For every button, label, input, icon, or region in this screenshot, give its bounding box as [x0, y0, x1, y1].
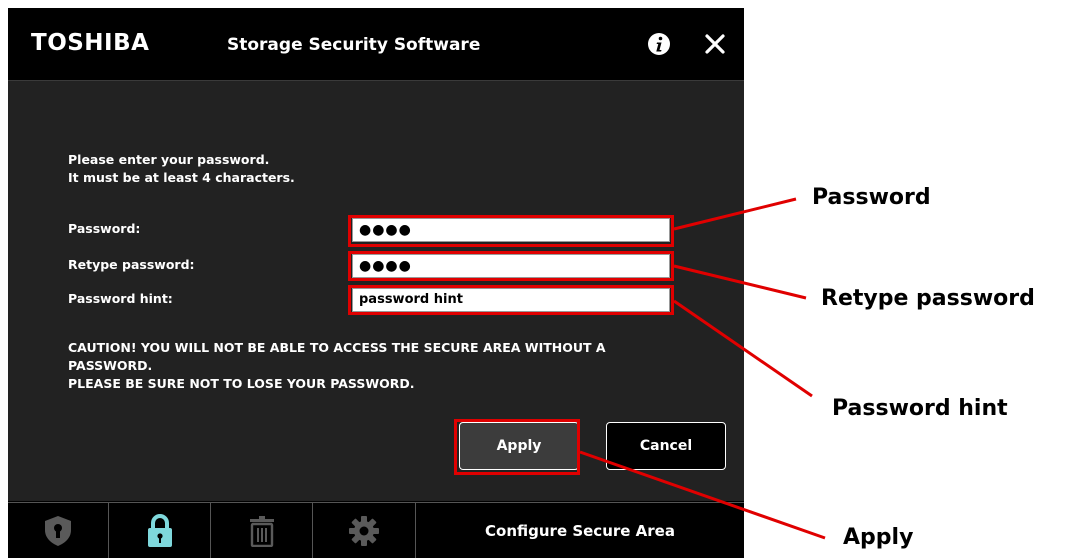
retype-callout-line — [673, 264, 807, 300]
password-hint-callout: Password hint — [832, 396, 1008, 421]
hint-callout-line — [673, 299, 813, 398]
apply-callout-line — [579, 450, 826, 540]
password-callout-line — [673, 197, 797, 231]
apply-callout: Apply — [843, 525, 914, 550]
callout-lines — [579, 197, 826, 540]
retype-password-callout: Retype password — [821, 286, 1035, 311]
password-callout: Password — [812, 185, 931, 210]
